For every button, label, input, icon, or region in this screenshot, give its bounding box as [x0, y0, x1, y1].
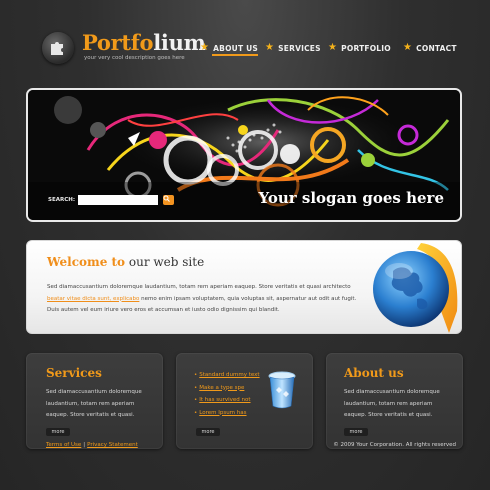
list-item-label: Standard dummy text	[199, 372, 260, 378]
bullet-icon: •	[194, 409, 198, 416]
welcome-text: Sed diamaccusantium doloremque laudantiu…	[47, 282, 357, 317]
nav-label: SERVICES	[278, 43, 321, 53]
services-more-button[interactable]: more	[46, 427, 70, 436]
logo-badge	[42, 32, 74, 64]
list-item[interactable]: • Lorem Ipsum has	[194, 407, 260, 420]
brand-part-accent: Portfo	[82, 30, 154, 55]
nav-item-contact[interactable]: ★ CONTACT	[403, 41, 457, 55]
welcome-title: Welcome to our web site	[47, 255, 204, 269]
services-title: Services	[46, 366, 102, 380]
star-icon: ★	[265, 42, 275, 53]
brand-logo[interactable]: Portfolium	[82, 30, 206, 55]
privacy-link[interactable]: Privacy Statement	[87, 442, 138, 448]
nav-label: CONTACT	[416, 43, 457, 53]
search-button[interactable]	[163, 195, 174, 205]
nav-label: PORTFOLIO	[341, 43, 391, 53]
bullet-icon: •	[194, 397, 198, 403]
about-more-button[interactable]: more	[344, 427, 368, 436]
list-item-label: Lorem Ipsum has	[199, 409, 247, 416]
welcome-inline-link[interactable]: beatar vitae dicta sunt, explicabo	[47, 296, 139, 302]
puzzle-icon	[51, 42, 63, 55]
list-item-label: It has survived not	[199, 397, 251, 403]
footer-links: Terms of Use | Privacy Statement	[46, 442, 138, 448]
copyright: © 2009 Your Corporation. All rights rese…	[333, 442, 456, 448]
services-card: Services Sed diamaccusantium doloremque …	[26, 353, 163, 449]
welcome-panel: Welcome to our web site Sed diamaccusant…	[26, 240, 462, 334]
star-icon: ★	[403, 42, 413, 53]
links-list: • Standard dummy text • Make a type spe • I…	[194, 369, 260, 419]
welcome-text-part1: Sed diamaccusantium doloremque laudantiu…	[47, 284, 351, 290]
welcome-title-accent: Welcome to	[47, 255, 126, 269]
slogan: Your slogan goes here	[258, 189, 444, 207]
search-label: SEARCH:	[48, 197, 76, 203]
nav-item-portfolio[interactable]: ★ PORTFOLIO	[328, 41, 391, 55]
list-item[interactable]: • It has survived not	[194, 394, 260, 407]
star-icon: ★	[328, 42, 338, 53]
active-underline	[212, 54, 258, 56]
about-text: Sed diamaccusantium doloremque laudantiu…	[344, 389, 440, 418]
services-text: Sed diamaccusantium doloremque laudantiu…	[46, 389, 142, 418]
about-card: About us Sed diamaccusantium doloremque …	[326, 353, 463, 449]
star-icon: ★	[200, 42, 210, 53]
bullet-icon: •	[194, 372, 198, 378]
list-item[interactable]: • Standard dummy text	[194, 369, 260, 382]
list-item[interactable]: • Make a type spe	[194, 382, 260, 395]
links-card: • Standard dummy text • Make a type spe • I…	[176, 353, 313, 449]
search-input[interactable]	[78, 195, 158, 205]
tagline: your very cool description goes here	[84, 55, 185, 61]
hero-banner: SEARCH: Your slogan goes here	[26, 88, 462, 222]
globe-icon	[373, 243, 458, 333]
brand-part-main: lium	[153, 30, 206, 55]
search-icon	[163, 195, 170, 202]
bin-icon	[268, 371, 296, 409]
nav-item-services[interactable]: ★ SERVICES	[265, 41, 321, 55]
bullet-icon: •	[194, 384, 198, 391]
footer-separator: |	[83, 442, 86, 448]
terms-link[interactable]: Terms of Use	[46, 442, 81, 448]
nav-label: ABOUT US	[213, 43, 258, 53]
about-title: About us	[344, 366, 404, 380]
nav-item-about-us[interactable]: ★ ABOUT US	[200, 41, 258, 56]
list-item-label: Make a type spe	[199, 384, 245, 391]
links-more-button[interactable]: more	[196, 427, 220, 436]
welcome-title-rest: our web site	[125, 255, 205, 269]
